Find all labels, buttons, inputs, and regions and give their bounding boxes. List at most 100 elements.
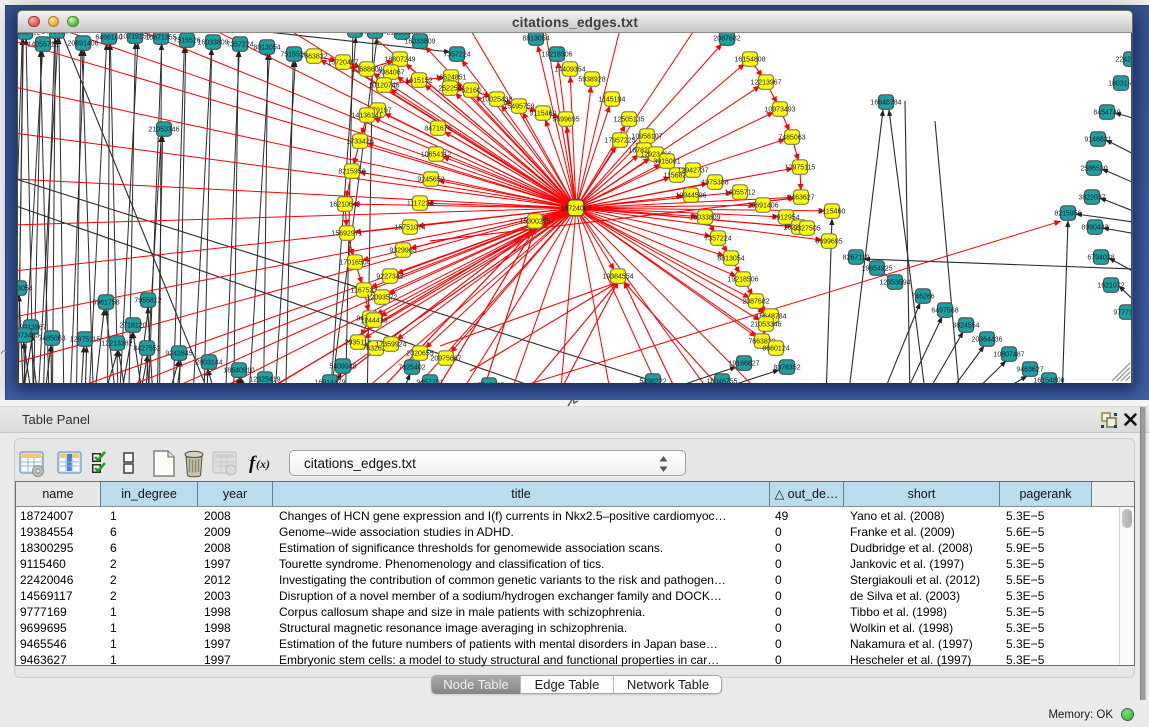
- svg-text:1615152: 1615152: [405, 77, 432, 84]
- svg-text:7357224: 7357224: [704, 235, 731, 242]
- svg-text:19166827: 19166827: [728, 360, 759, 367]
- svg-text:8454749: 8454749: [1093, 109, 1120, 116]
- svg-text:21053346: 21053346: [750, 321, 781, 328]
- svg-text:15692971: 15692971: [331, 230, 362, 237]
- svg-text:(x): (x): [256, 457, 270, 471]
- svg-text:746266: 746266: [911, 293, 934, 300]
- svg-text:12213382: 12213382: [101, 340, 132, 347]
- svg-text:1975388: 1975388: [701, 179, 728, 186]
- svg-text:9327505: 9327505: [793, 225, 820, 232]
- svg-text:7625402: 7625402: [398, 364, 425, 371]
- svg-text:3824554: 3824554: [952, 322, 979, 329]
- svg-text:8990448: 8990448: [1081, 224, 1108, 231]
- svg-text:19218506: 19218506: [541, 51, 572, 58]
- svg-text:10120746: 10120746: [368, 82, 399, 89]
- svg-text:8471676: 8471676: [424, 125, 451, 132]
- svg-text:8813054: 8813054: [17, 285, 33, 292]
- svg-text:1621072: 1621072: [1097, 282, 1124, 289]
- svg-text:2087682: 2087682: [713, 35, 740, 42]
- svg-text:2586520: 2586520: [1080, 165, 1107, 172]
- svg-text:7955812: 7955812: [134, 297, 161, 304]
- svg-text:8813054: 8813054: [253, 44, 280, 51]
- svg-text:6497568: 6497568: [931, 307, 958, 314]
- svg-text:8878352: 8878352: [773, 364, 800, 371]
- svg-text:9463627: 9463627: [1016, 366, 1043, 373]
- svg-text:10807487: 10807487: [993, 351, 1024, 358]
- svg-text:16914479: 16914479: [314, 379, 345, 383]
- svg-text:5409948: 5409948: [329, 363, 356, 370]
- svg-text:8813054: 8813054: [522, 35, 549, 42]
- svg-text:12505135: 12505135: [613, 116, 644, 123]
- svg-text:12213967: 12213967: [750, 79, 781, 86]
- svg-text:16046755: 16046755: [706, 378, 737, 383]
- svg-text:14136141: 14136141: [351, 112, 382, 119]
- svg-text:19218506: 19218506: [727, 276, 758, 283]
- svg-text:3915061: 3915061: [653, 158, 680, 165]
- svg-text:16154808: 16154808: [734, 56, 765, 63]
- svg-text:8427552: 8427552: [133, 345, 160, 352]
- svg-text:1117234: 1117234: [407, 200, 433, 207]
- svg-text:9115460: 9115460: [819, 208, 846, 215]
- svg-text:17016504: 17016504: [339, 259, 370, 266]
- svg-text:9329965: 9329965: [389, 247, 416, 254]
- svg-text:1733426: 1733426: [346, 138, 373, 145]
- svg-text:10973493: 10973493: [17, 332, 40, 339]
- svg-text:9699695: 9699695: [815, 238, 842, 245]
- svg-text:10654112: 10654112: [421, 151, 452, 158]
- svg-text:18640910: 18640910: [223, 367, 254, 374]
- svg-text:7357224: 7357224: [226, 41, 253, 48]
- svg-text:6961758: 6961758: [92, 299, 119, 306]
- svg-text:9146821: 9146821: [1084, 136, 1111, 143]
- svg-text:62160: 62160: [461, 87, 481, 94]
- svg-text:7663822: 7663822: [300, 53, 327, 60]
- svg-text:9699695: 9699695: [552, 116, 579, 123]
- svg-text:10958107: 10958107: [631, 133, 662, 140]
- svg-text:8215956: 8215956: [1054, 210, 1081, 217]
- svg-text:9084067: 9084067: [377, 69, 404, 76]
- svg-text:16648784: 16648784: [870, 99, 901, 106]
- svg-text:16033809: 16033809: [197, 39, 228, 46]
- svg-text:18724007: 18724007: [560, 205, 591, 212]
- svg-text:9457791: 9457791: [416, 379, 443, 383]
- svg-text:16033809: 16033809: [404, 38, 435, 45]
- svg-text:20691406: 20691406: [67, 40, 98, 47]
- svg-text:12325419: 12325419: [249, 376, 280, 383]
- svg-text:12942737: 12942737: [677, 167, 708, 174]
- svg-text:20364436: 20364436: [971, 336, 1002, 343]
- svg-text:8215956: 8215956: [338, 168, 365, 175]
- svg-text:19654925: 19654925: [861, 265, 892, 272]
- svg-text:21053346: 21053346: [148, 126, 179, 133]
- svg-text:12975115: 12975115: [70, 336, 101, 343]
- svg-text:9777169: 9777169: [1113, 309, 1132, 316]
- svg-text:15495759: 15495759: [503, 103, 534, 110]
- svg-text:12975115: 12975115: [785, 164, 816, 171]
- svg-text:10653267: 10653267: [41, 33, 72, 35]
- svg-text:16210643: 16210643: [329, 201, 360, 208]
- svg-text:5938928: 5938928: [578, 76, 605, 83]
- svg-text:6794028: 6794028: [1087, 254, 1114, 261]
- svg-text:10973493: 10973493: [764, 106, 795, 113]
- svg-text:16154808: 16154808: [1033, 377, 1064, 383]
- svg-text:22420046: 22420046: [1115, 56, 1132, 63]
- svg-text:1167533: 1167533: [351, 287, 378, 294]
- svg-text:14055712: 14055712: [17, 33, 41, 36]
- svg-text:15300295: 15300295: [519, 218, 550, 225]
- svg-text:10025438: 10025438: [481, 96, 512, 103]
- svg-text:9227342: 9227342: [376, 273, 403, 280]
- svg-text:15720407: 15720407: [327, 59, 358, 66]
- svg-text:16033809: 16033809: [689, 214, 720, 221]
- svg-text:12093572: 12093572: [366, 294, 397, 301]
- svg-text:7485063: 7485063: [778, 134, 805, 141]
- svg-text:8813054: 8813054: [717, 255, 744, 262]
- svg-text:19384554: 19384554: [602, 273, 633, 280]
- svg-text:15751074: 15751074: [394, 224, 425, 231]
- svg-text:1244413: 1244413: [360, 317, 387, 324]
- svg-text:8267110: 8267110: [843, 254, 870, 261]
- svg-text:5498222: 5498222: [639, 378, 666, 383]
- svg-text:3822037: 3822037: [1078, 194, 1105, 201]
- svg-text:12353594: 12353594: [879, 279, 910, 286]
- svg-text:18031-4: 18031-4: [1108, 80, 1132, 87]
- svg-text:18807249: 18807249: [384, 56, 415, 63]
- svg-text:7485063: 7485063: [38, 335, 65, 342]
- svg-text:9245652: 9245652: [417, 176, 444, 183]
